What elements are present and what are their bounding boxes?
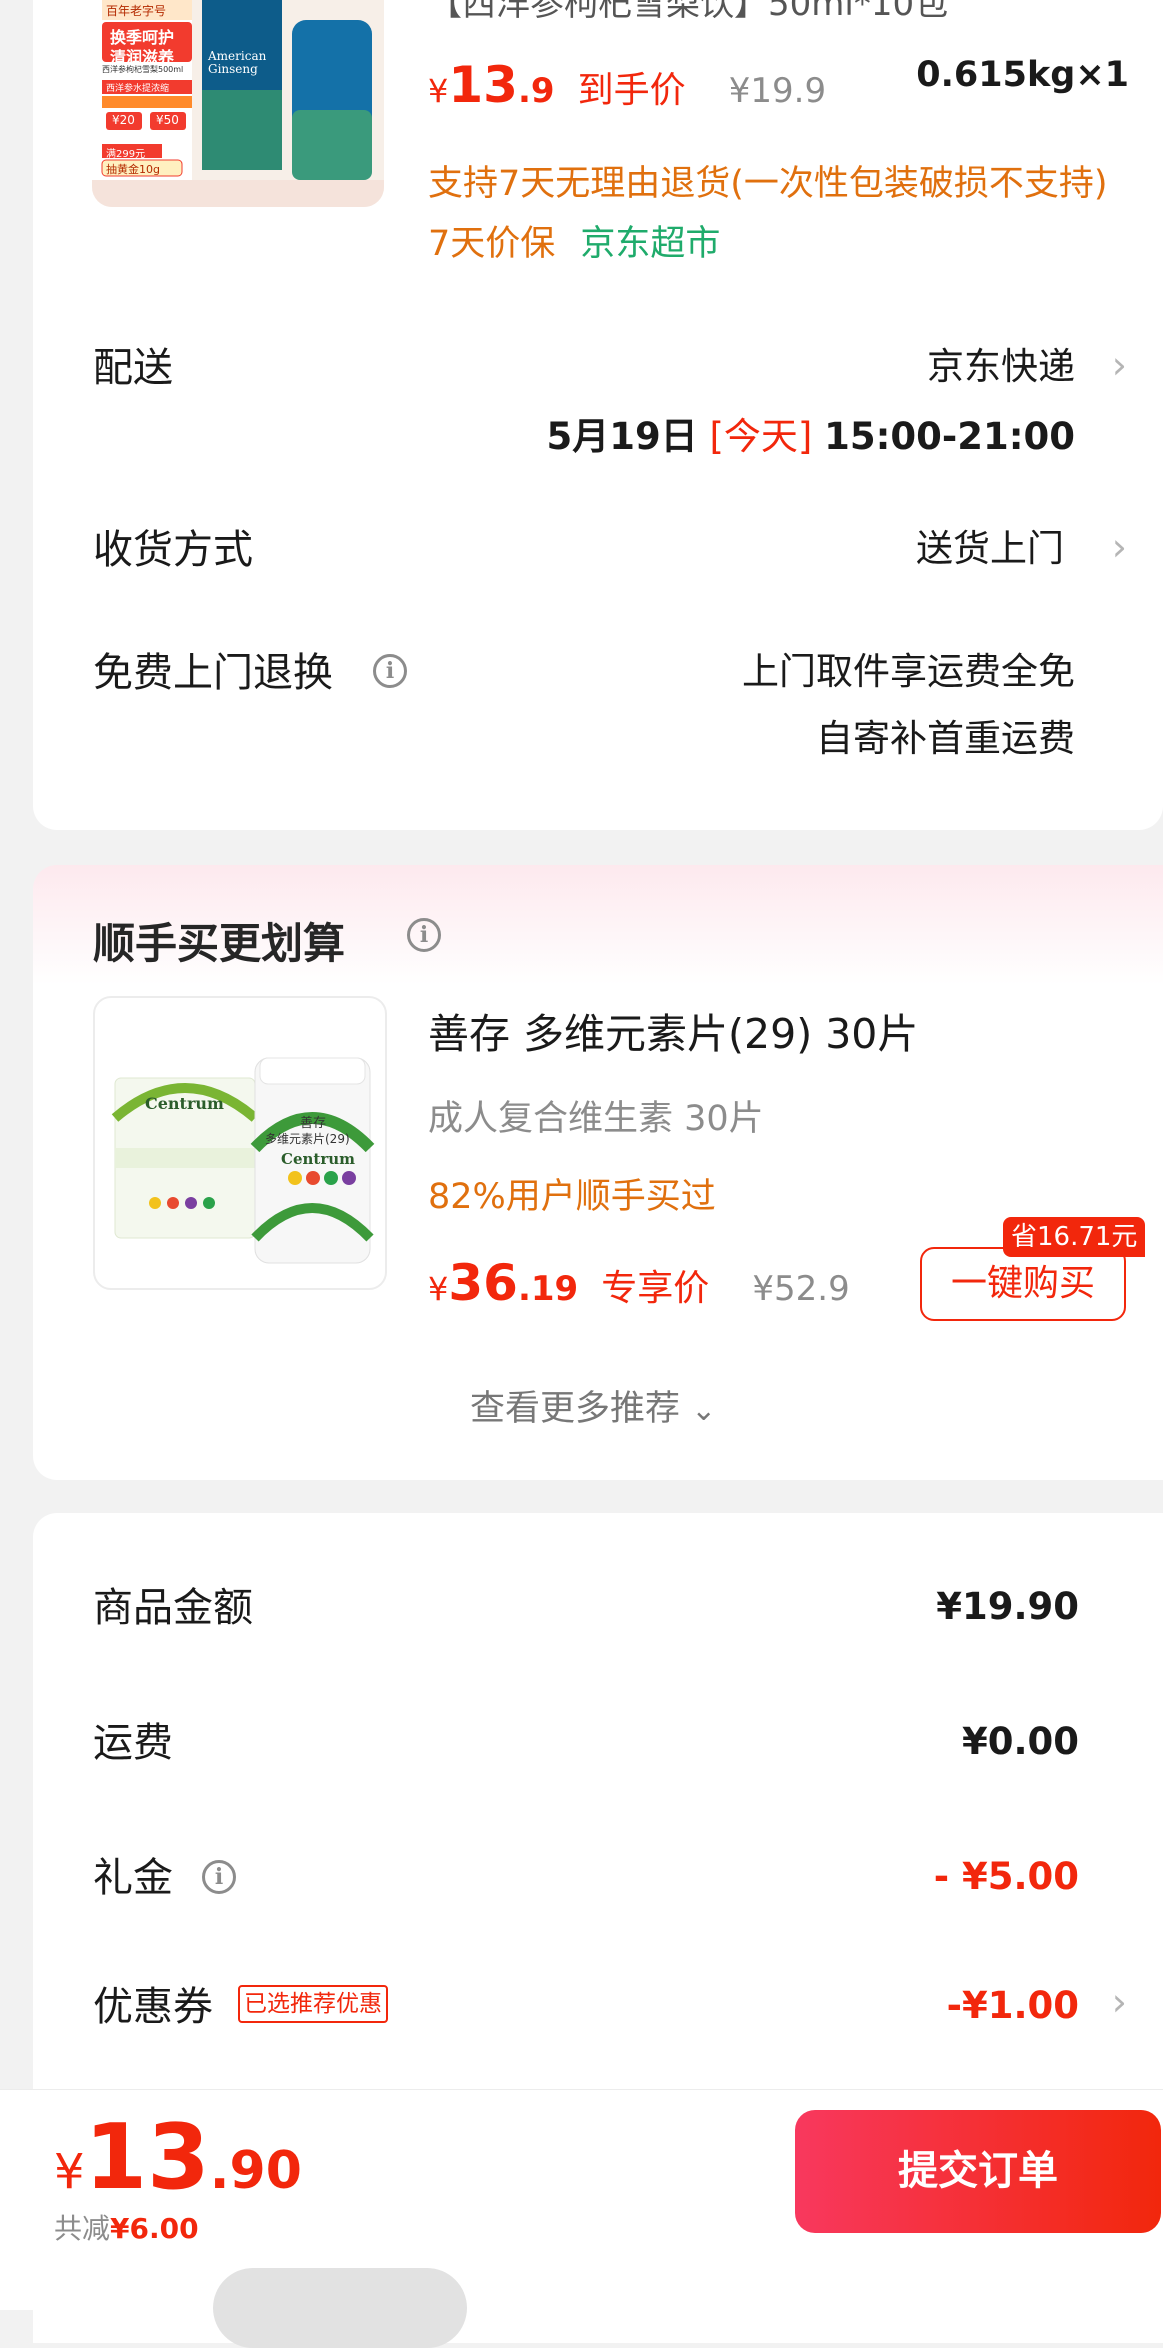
receive-chevron-icon[interactable]: › [1112,528,1127,566]
image-brand-cn: 善存 [300,1116,327,1131]
receive-value[interactable]: 送货上门 [916,530,1064,567]
price-integer: 13 [448,56,518,114]
rec-price-integer: 36 [448,1254,518,1312]
image-bar-text: 西洋参水提浓缩 [106,84,170,94]
image-brand-centrum-left: Centrum [145,1094,224,1113]
image-brand-text: 百年老字号 [106,4,167,18]
rec-price-symbol: ¥ [428,1270,449,1308]
delivery-date: 5月19日 [546,415,698,458]
image-product-name: 多维元素片(29) [265,1132,350,1146]
delivery-carrier[interactable]: 京东快递 [927,348,1075,385]
delivery-today: [今天] [709,415,813,458]
summary-shipping-label: 运费 [93,1720,173,1766]
free-return-line2: 自寄补首重运费 [816,717,1075,760]
coupon-chevron-icon[interactable]: › [1112,1983,1127,2021]
rec-price-tag: 专享价 [601,1268,710,1309]
delivery-time: 5月19日 [今天] 15:00-21:00 [546,406,1075,460]
total-decimal: .90 [209,2141,302,2201]
saved-amount: 共减¥6.00 [54,2207,199,2247]
delivery-window: 15:00-21:00 [824,415,1075,458]
image-gold: 抽黄金10g [106,163,160,176]
price-tag: 到手价 [577,70,686,111]
free-return-label: 免费上门退换 [93,650,333,696]
delivery-chevron-icon[interactable]: › [1112,346,1127,384]
home-indicator [213,2268,467,2348]
total-symbol: ¥ [54,2144,85,2200]
original-price: ¥19.9 [728,71,827,111]
return-policy: 支持7天无理由退货(一次性包装破损不支持) [428,164,1108,204]
summary-coupon-label: 优惠券 [93,1984,213,2030]
coupon-badge: 已选推荐优惠 [238,1985,388,2023]
submit-order-button[interactable]: 提交订单 [795,2110,1161,2233]
image-ginseng-label: American Ginseng [208,49,267,77]
rec-price-decimal: .19 [517,1269,579,1309]
saved-label: 共减 [54,2212,111,2245]
summary-coupon-value[interactable]: -¥1.00 [947,1987,1079,2024]
image-subline: 西洋参枸杞雪梨500ml [102,65,184,74]
rec-original-price: ¥52.9 [752,1269,850,1309]
image-coupon-20: ¥20 [112,113,135,127]
info-icon[interactable]: i [373,654,407,688]
gift-info-icon[interactable]: i [202,1860,236,1894]
more-recommend-label: 查看更多推荐 [470,1389,681,1429]
summary-goods-value: ¥19.90 [936,1585,1079,1628]
image-coupon-50: ¥50 [156,113,179,127]
saved-value: ¥6.00 [110,2212,199,2245]
receive-label: 收货方式 [93,527,253,573]
product-title[interactable]: 【西洋参枸杞雪梨饮】50ml*10包 [428,0,948,25]
one-click-buy-button[interactable]: 一键购买 [920,1247,1126,1321]
total-integer: 13 [84,2105,210,2210]
recommend-image[interactable]: Centrum 善存 多维元素片(29) Centrum [93,996,387,1290]
image-promo: 满299元 [106,149,146,160]
recommend-info-icon[interactable]: i [407,918,441,952]
summary-gift-label: 礼金 [93,1855,173,1901]
recommend-header: 顺手买更划算 [93,919,346,968]
recommend-subtitle: 成人复合维生素 30片 [428,1099,764,1139]
chevron-down-icon: ⌄ [691,1393,717,1428]
summary-shipping-value: ¥0.00 [961,1720,1079,1763]
total-price: ¥13.90 [54,2105,302,2210]
store-badge: 京东超市 [580,224,721,264]
weight-quantity: 0.615kg×1 [916,55,1129,95]
product-price: ¥13.9 到手价 ¥19.9 [428,56,826,116]
summary-goods-label: 商品金额 [93,1585,253,1631]
recommend-title[interactable]: 善存 多维元素片(29) 30片 [428,1000,918,1060]
delivery-label: 配送 [93,345,173,391]
price-protect: 7天价保 [428,224,556,264]
free-return-line1: 上门取件享运费全免 [742,650,1075,693]
summary-gift-value: - ¥5.00 [933,1855,1079,1898]
price-decimal: .9 [517,71,555,111]
price-symbol: ¥ [428,72,449,110]
image-brand-centrum-right: Centrum [281,1150,355,1168]
service-tags: 7天价保 京东超市 [428,215,720,266]
more-recommend-link[interactable]: 查看更多推荐 ⌄ [470,1380,716,1431]
recommend-social-proof: 82%用户顺手买过 [428,1177,716,1217]
recommend-price: ¥36.19 专享价 ¥52.9 [428,1254,850,1312]
product-image[interactable]: 百年老字号 换季呵护 清润滋养 西洋参枸杞雪梨500ml 西洋参水提浓缩 ¥20… [92,0,384,207]
